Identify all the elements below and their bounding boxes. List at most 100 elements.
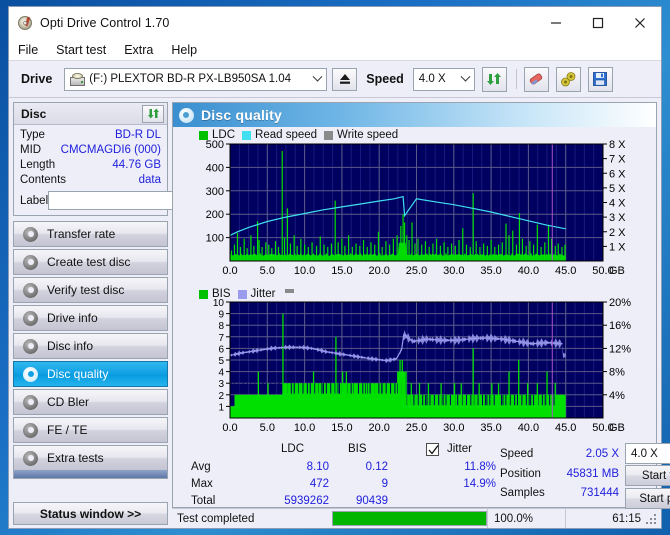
menu-start-test[interactable]: Start test: [56, 43, 106, 57]
stats-row-avg-bis: 0.12: [365, 461, 388, 473]
drive-select-value: (F:) PLEXTOR BD-R PX-LB950SA 1.04: [89, 73, 292, 85]
svg-text:4: 4: [218, 368, 224, 379]
test-speed-select[interactable]: 4.0 X: [625, 443, 670, 464]
eject-icon: [339, 74, 350, 84]
svg-text:35.0: 35.0: [480, 422, 501, 434]
chevron-down-icon: [309, 69, 326, 90]
svg-text:15.0: 15.0: [331, 265, 352, 277]
progress-bar: [332, 511, 487, 526]
disc-icon: [23, 254, 38, 270]
svg-text:6 X: 6 X: [609, 168, 626, 180]
maximize-button[interactable]: [577, 7, 619, 39]
svg-text:8%: 8%: [609, 367, 625, 379]
nav-list: Transfer rate Create test disc Verify te…: [13, 221, 168, 471]
disc-row-contents: Contents data: [20, 173, 161, 188]
svg-text:30.0: 30.0: [443, 265, 464, 277]
status-window-button[interactable]: Status window >>: [13, 502, 168, 525]
stats-row-max-ldc: 472: [309, 478, 329, 490]
jitter-checkbox[interactable]: [426, 443, 439, 456]
stats-row-max-bis: 9: [381, 478, 388, 490]
title-bar: Opti Drive Control 1.70: [9, 7, 661, 39]
content-area: Disc quality LDC Read speed Write speed: [172, 98, 670, 528]
svg-text:5.0: 5.0: [260, 265, 275, 277]
svg-text:200: 200: [206, 209, 224, 221]
svg-text:5.0: 5.0: [260, 422, 275, 434]
disc-quality-panel: Disc quality LDC Read speed Write speed: [172, 102, 670, 509]
window-controls: [535, 7, 661, 39]
charts-container: LDC Read speed Write speed BIS Jitter 10…: [173, 127, 656, 441]
menu-help[interactable]: Help: [171, 43, 197, 57]
sidebar-item-label: CD Bler: [47, 395, 90, 409]
disc-quality-header: Disc quality: [173, 103, 656, 127]
menu-file[interactable]: File: [18, 43, 38, 57]
drive-select[interactable]: (F:) PLEXTOR BD-R PX-LB950SA 1.04: [64, 67, 328, 91]
save-button[interactable]: [587, 66, 613, 92]
svg-text:16%: 16%: [609, 320, 631, 332]
tools-button[interactable]: [555, 66, 581, 92]
disc-refresh-button[interactable]: [142, 104, 164, 123]
disc-row-key: Type: [20, 129, 45, 141]
sidebar-item-transfer-rate[interactable]: Transfer rate: [13, 221, 168, 247]
sidebar-item-extra-tests[interactable]: Extra tests: [13, 445, 168, 471]
svg-text:8: 8: [218, 321, 224, 332]
svg-text:20.0: 20.0: [368, 422, 389, 434]
start-full-button[interactable]: Start full: [625, 465, 670, 486]
disc-icon: [23, 226, 38, 242]
svg-text:20%: 20%: [609, 297, 631, 309]
svg-text:30.0: 30.0: [443, 422, 464, 434]
stats-panel: LDC BIS Jitter Avg 8.10 0.12 11.8% Max 4…: [173, 441, 670, 509]
speed-label: Speed: [366, 72, 404, 86]
minimize-button[interactable]: [535, 7, 577, 39]
speed-select-value: 4.0 X: [418, 73, 446, 85]
svg-text:7: 7: [218, 333, 224, 344]
nav-bottom-accent: [13, 470, 168, 479]
eject-button[interactable]: [332, 67, 358, 91]
svg-text:0.0: 0.0: [222, 265, 237, 277]
stats-col-bis: BIS: [348, 443, 367, 455]
disc-label-row: Label: [20, 190, 251, 211]
app-window: Opti Drive Control 1.70 File Start test …: [8, 6, 670, 529]
disc-icon: [23, 366, 38, 382]
drive-toolbar: Drive (F:) PLEXTOR BD-R PX-LB950SA 1.04 …: [9, 61, 661, 98]
svg-text:2: 2: [218, 391, 224, 402]
disc-row-key: Length: [20, 159, 56, 171]
sidebar-item-disc-info[interactable]: Disc info: [13, 333, 168, 359]
speed-select[interactable]: 4.0 X: [412, 67, 475, 91]
sidebar-item-cd-bler[interactable]: CD Bler: [13, 389, 168, 415]
svg-text:20.0: 20.0: [368, 265, 389, 277]
disc-icon: [23, 422, 38, 438]
menu-extra[interactable]: Extra: [124, 43, 153, 57]
sidebar: Disc Type BD-R DL MID CMCMAGDI6 (000) Le…: [9, 98, 251, 528]
erase-button[interactable]: [523, 66, 549, 92]
progress-percent: 100.0%: [487, 509, 565, 528]
close-button[interactable]: [619, 7, 661, 39]
sidebar-item-fe-te[interactable]: FE / TE: [13, 417, 168, 443]
stats-row-total-label: Total: [191, 495, 216, 507]
toolbar-separator: [515, 69, 517, 89]
disc-row-value: data: [138, 174, 161, 186]
panel-title: Disc quality: [201, 107, 282, 123]
sidebar-item-drive-info[interactable]: Drive info: [13, 305, 168, 331]
stats-col-ldc: LDC: [281, 443, 305, 455]
resize-grip-icon[interactable]: [646, 514, 658, 526]
disc-icon: [23, 394, 38, 410]
disc-info-rows: Type BD-R DL MID CMCMAGDI6 (000) Length …: [14, 125, 251, 215]
sidebar-item-create-test-disc[interactable]: Create test disc: [13, 249, 168, 275]
svg-text:25.0: 25.0: [406, 265, 427, 277]
refresh-button[interactable]: [481, 66, 507, 92]
sidebar-item-label: Verify test disc: [47, 283, 125, 297]
start-part-button[interactable]: Start part: [625, 488, 670, 509]
drive-label: Drive: [21, 72, 53, 86]
svg-text:45.0: 45.0: [555, 422, 576, 434]
stats-row-avg-jitter: 11.8%: [464, 461, 496, 473]
sidebar-item-disc-quality[interactable]: Disc quality: [13, 361, 168, 387]
app-disc-icon: [17, 15, 33, 31]
svg-text:500: 500: [206, 139, 224, 151]
svg-text:7 X: 7 X: [609, 154, 626, 166]
stats-samples-value: 731444: [580, 487, 619, 499]
sidebar-item-verify-test-disc[interactable]: Verify test disc: [13, 277, 168, 303]
sidebar-item-label: FE / TE: [47, 423, 88, 437]
sidebar-item-label: Extra tests: [47, 451, 104, 465]
menu-bar: File Start test Extra Help: [9, 39, 661, 61]
stats-speed-value: 2.05 X: [585, 448, 619, 460]
